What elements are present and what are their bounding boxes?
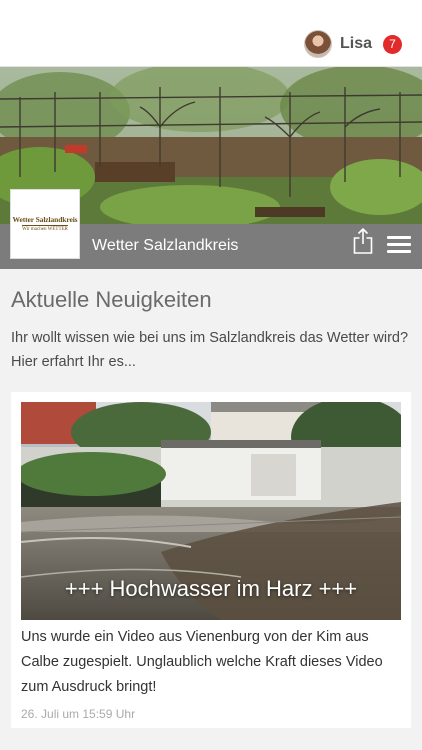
news-image[interactable]: +++ Hochwasser im Harz +++ [21,402,401,620]
news-headline[interactable]: +++ Hochwasser im Harz +++ [21,576,401,602]
logo-text: Wetter Salzlandkreis [12,214,78,224]
menu-line [387,250,411,253]
menu-icon[interactable] [387,236,411,254]
intro-text: Ihr wollt wissen wie bei uns im Salzland… [11,330,409,370]
user-name[interactable]: Lisa [340,35,372,53]
news-text: Uns wurde ein Video aus Vienenburg von d… [21,629,383,695]
logo-subtext: Wir machen WETTER [22,225,68,233]
news-card[interactable]: +++ Hochwasser im Harz +++ Uns wurde ein… [11,392,411,728]
menu-line [387,243,411,246]
avatar[interactable] [303,30,332,58]
notification-badge[interactable]: 7 [383,34,402,54]
site-logo[interactable]: Wetter Salzlandkreis Wir machen WETTER [10,189,80,259]
hero-banner: Wetter Salzlandkreis Wir machen WETTER W… [0,67,422,269]
user-profile[interactable]: Lisa 7 [303,30,402,58]
site-title[interactable]: Wetter Salzlandkreis [92,237,238,255]
news-date: 26. Juli um 15:59 Uhr [21,707,136,721]
top-bar: Lisa 7 [0,0,422,67]
menu-line [387,236,411,239]
section-title: Aktuelle Neuigkeiten [11,287,212,312]
share-icon[interactable] [353,228,373,254]
